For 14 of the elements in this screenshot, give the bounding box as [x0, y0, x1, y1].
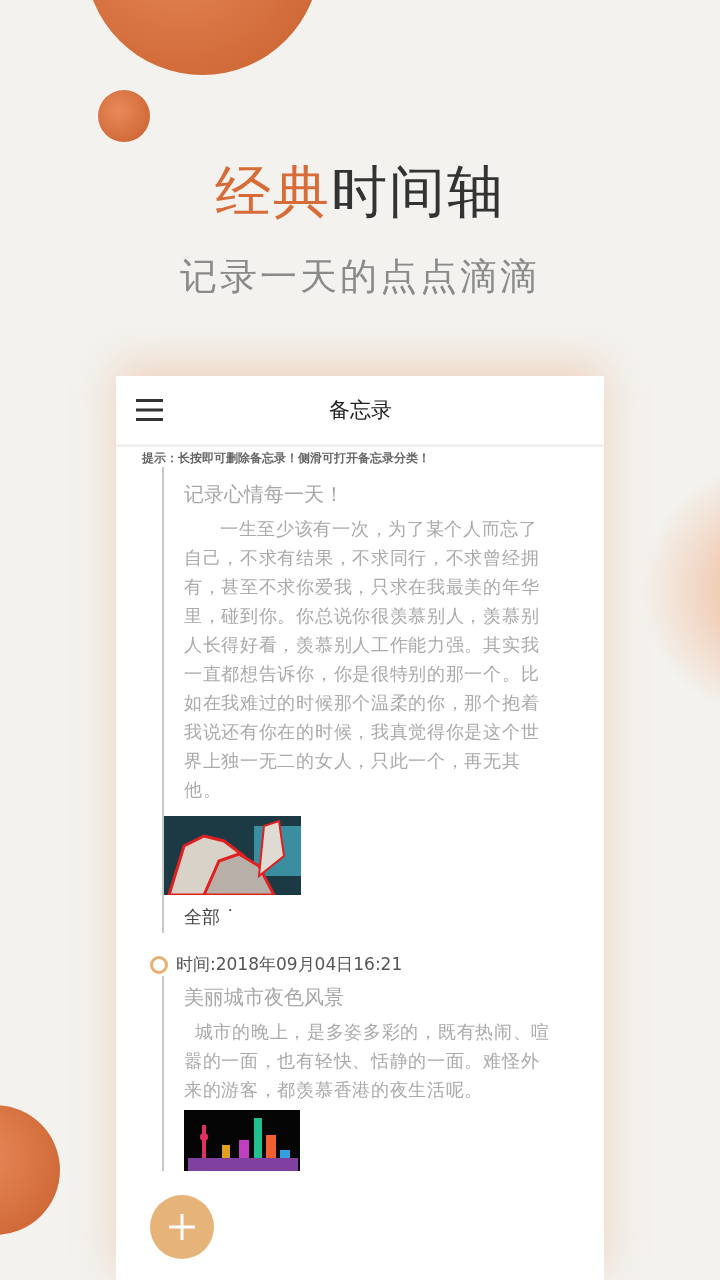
hint-text: 提示：长按即可删除备忘录！侧滑可打开备忘录分类！ — [141, 450, 431, 467]
menu-icon[interactable] — [136, 399, 163, 421]
timeline-marker — [150, 955, 168, 974]
entry-text: 城市的晚上，是多姿多彩的，既有热闹、喧嚣的一面，也有轻快、恬静的一面。难怪外来的游客，都羡慕香港的夜生活呢。 — [184, 1020, 552, 1102]
headline: 经典时间轴 — [215, 158, 505, 226]
entry-title: 美丽城市夜色风景 — [184, 984, 344, 1011]
entry-text: 一生至少该有一次，为了某个人而忘了自己，不求有结果，不求同行，不求曾经拥有，甚至不求你爱我，只求在我最美的年华里，碰到你。你总说你很羡慕别人，羡慕别人长得好看，羡慕别人工作能力强。其实我一直都想告诉你，你是很特别的那一个。比如在我难过的时候那个温柔的你，那个抱着我说还有你在的时候，我真觉得你是这个世界上独一无二的女人，只此一个，再无其他。 — [184, 517, 541, 802]
subtitle: 记录一天的点点滴滴 — [180, 254, 540, 300]
decor-circle — [98, 90, 150, 142]
entry-category: 全部 ˙ — [184, 905, 235, 929]
entry-time: 时间:2018年09月04日16:21 — [176, 953, 403, 976]
plus-icon — [169, 1214, 195, 1240]
app-title: 备忘录 — [328, 397, 392, 424]
entry-title: 记录心情每一天！ — [184, 481, 344, 508]
